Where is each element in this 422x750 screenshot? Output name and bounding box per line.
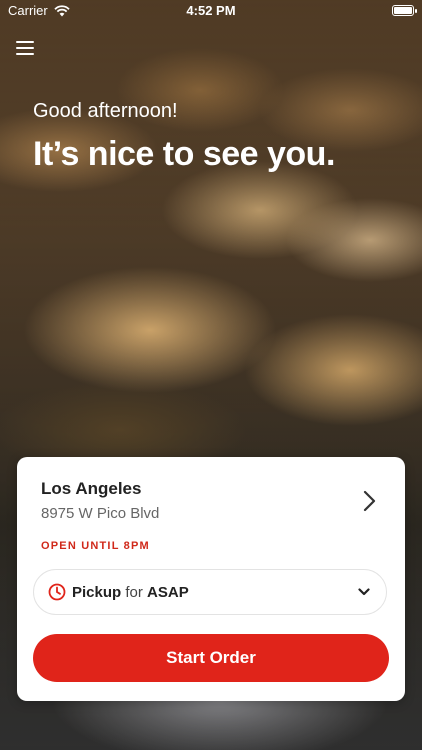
pickup-mode: Pickup [72, 584, 122, 601]
clock-icon [48, 583, 66, 601]
greeting-text: Good afternoon! [33, 100, 178, 122]
start-order-button[interactable]: Start Order [33, 634, 389, 682]
pickup-summary: Pickup for ASAP [72, 584, 189, 601]
chevron-right-icon [363, 490, 376, 512]
status-time: 4:52 PM [186, 3, 236, 18]
location-name: Los Angeles [41, 479, 142, 498]
pickup-time: ASAP [147, 584, 189, 601]
pickup-time-selector[interactable]: Pickup for ASAP [33, 569, 387, 615]
welcome-headline: It’s nice to see you. [33, 135, 335, 173]
order-card: Los Angeles 8975 W Pico Blvd OPEN UNTIL … [17, 457, 405, 701]
menu-icon[interactable] [16, 40, 36, 56]
location-address: 8975 W Pico Blvd [41, 505, 160, 522]
location-selector[interactable]: Los Angeles 8975 W Pico Blvd [41, 479, 389, 529]
status-bar: Carrier 4:52 PM [0, 0, 422, 22]
chevron-down-icon [358, 588, 370, 596]
pickup-connector: for [125, 584, 143, 601]
battery-icon [392, 5, 417, 16]
open-status-badge: OPEN UNTIL 8PM [41, 540, 150, 552]
